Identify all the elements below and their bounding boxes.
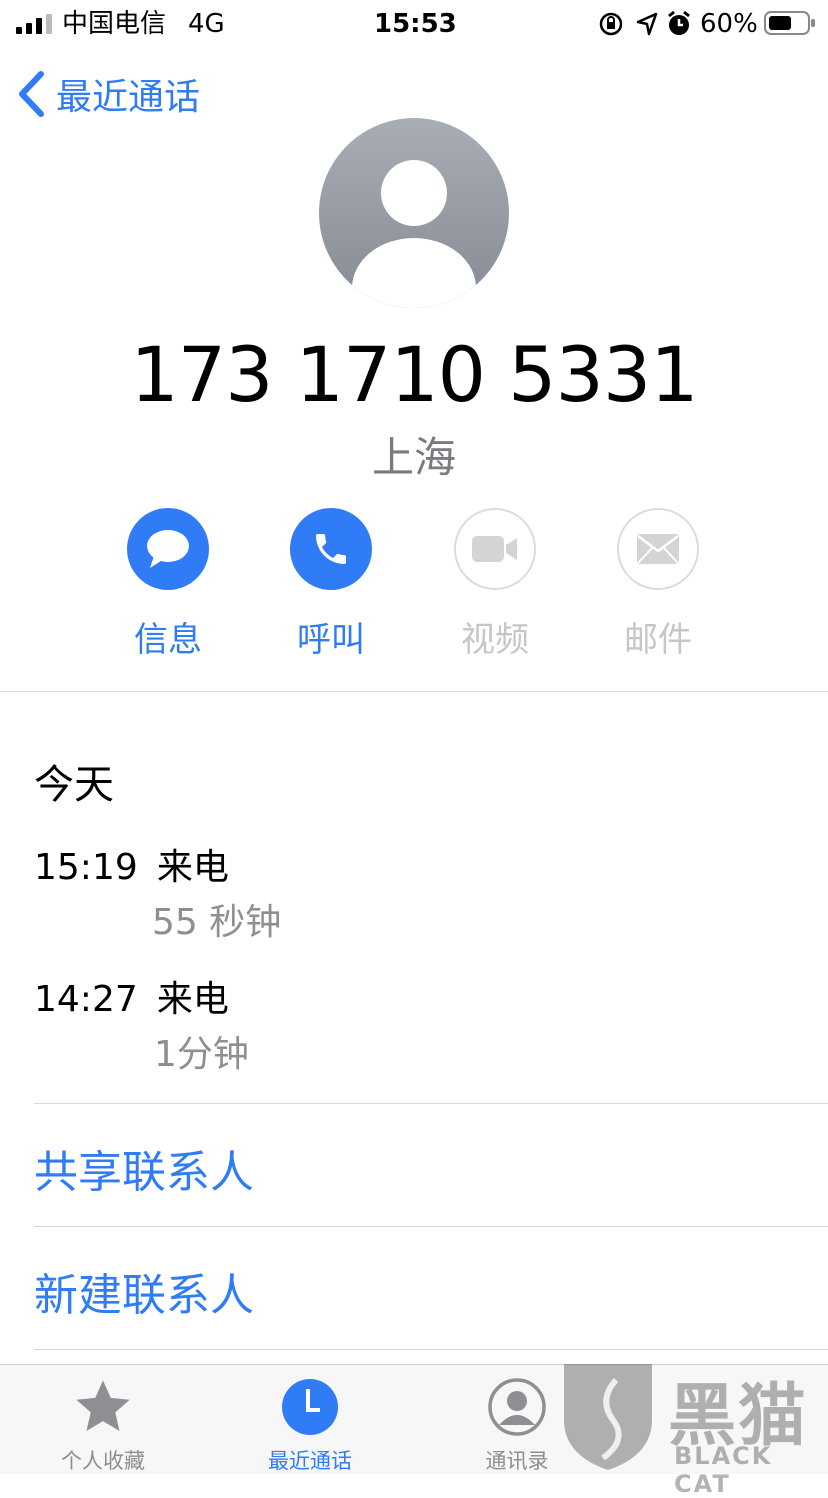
tab-label: 最近通话 (268, 1449, 352, 1473)
tab-recents[interactable]: 最近通话 (230, 1375, 390, 1475)
alarm-clock-icon (668, 10, 690, 35)
black-cat-shield-logo (564, 1364, 652, 1470)
call-action-button[interactable]: 呼叫 (271, 508, 391, 661)
message-action-button[interactable]: 信息 (108, 508, 228, 661)
status-bar: 中国电信 4G 15:53 60% (0, 0, 828, 48)
phone-icon (316, 534, 346, 564)
mail-action-label: 邮件 (624, 620, 692, 660)
envelope-icon (637, 534, 679, 564)
history-divider (34, 1103, 828, 1104)
call-time: 14:27 (34, 979, 138, 1020)
tab-favorites[interactable]: 个人收藏 (23, 1375, 183, 1475)
history-section-title: 今天 (34, 762, 114, 808)
caller-location: 上海 (371, 433, 456, 482)
share-contact-link[interactable]: 共享联系人 (34, 1136, 254, 1200)
message-action-label: 信息 (134, 620, 202, 660)
tab-label: 个人收藏 (61, 1449, 145, 1473)
orientation-lock-icon (599, 12, 623, 36)
call-entry: 15:19 来电 (34, 838, 229, 890)
star-icon (76, 1380, 130, 1431)
watermark-subtext: BLACK CAT (674, 1442, 773, 1498)
location-arrow-icon (636, 12, 658, 36)
carrier-name: 中国电信 (62, 9, 167, 39)
call-time: 15:19 (34, 847, 138, 888)
network-type: 4G (188, 9, 225, 39)
call-duration: 1分钟 (154, 1034, 249, 1075)
link-divider (34, 1226, 828, 1227)
battery-percent: 60% (700, 9, 758, 39)
mail-action-button[interactable]: 邮件 (598, 508, 718, 661)
video-action-label: 视频 (461, 620, 529, 660)
link-divider (34, 1349, 828, 1350)
contacts-icon (488, 1378, 546, 1436)
new-contact-link[interactable]: 新建联系人 (34, 1259, 254, 1323)
avatar (319, 118, 509, 308)
back-label: 最近通话 (56, 77, 201, 118)
message-bubble-icon (147, 530, 189, 568)
call-type: 来电 (156, 979, 229, 1020)
call-type: 来电 (156, 847, 229, 888)
call-action-label: 呼叫 (297, 620, 365, 660)
clock-icon (282, 1379, 338, 1435)
chevron-left-icon (19, 71, 44, 117)
person-silhouette-icon (352, 160, 476, 308)
video-camera-icon (472, 536, 517, 562)
phone-number: 173 1710 5331 (130, 330, 698, 419)
call-duration: 55 秒钟 (152, 902, 282, 943)
battery-icon (764, 11, 815, 35)
watermark: 黑猫 BLACK CAT (558, 1358, 828, 1498)
signal-strength-icon (16, 14, 52, 34)
back-button[interactable]: 最近通话 (14, 64, 200, 124)
video-action-button[interactable]: 视频 (435, 508, 555, 661)
call-entry: 14:27 来电 (34, 970, 229, 1022)
header-divider (0, 691, 828, 692)
status-time: 15:53 (374, 9, 457, 39)
